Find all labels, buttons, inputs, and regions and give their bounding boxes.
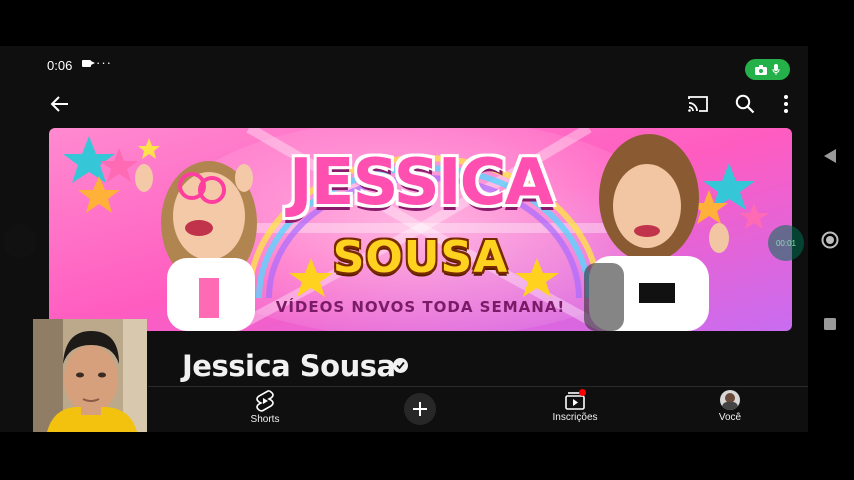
webcam-person-image bbox=[33, 319, 147, 432]
more-vertical-icon bbox=[784, 95, 788, 113]
camera-icon bbox=[755, 64, 767, 75]
microphone-icon bbox=[772, 64, 780, 75]
cast-button[interactable] bbox=[686, 92, 710, 116]
webcam-overlay bbox=[33, 319, 147, 432]
channel-name: Jessica Sousa bbox=[182, 349, 396, 383]
search-icon bbox=[735, 94, 755, 114]
floating-bubble[interactable] bbox=[3, 224, 37, 258]
status-more-icon: ··· bbox=[96, 55, 112, 70]
shorts-icon bbox=[256, 390, 274, 412]
avatar bbox=[720, 390, 740, 410]
nav-subscriptions-label: Inscrições bbox=[552, 412, 598, 423]
plus-icon bbox=[413, 402, 427, 416]
nav-you[interactable]: Você bbox=[690, 390, 770, 423]
more-options-button[interactable] bbox=[776, 92, 796, 116]
banner-tagline: VÍDEOS NOVOS TODA SEMANA! bbox=[275, 298, 566, 316]
subscriptions-icon bbox=[565, 389, 586, 410]
nav-subscriptions[interactable]: Inscrições bbox=[535, 389, 615, 423]
notification-dot bbox=[579, 389, 586, 396]
back-button[interactable] bbox=[48, 92, 72, 116]
search-button[interactable] bbox=[733, 92, 757, 116]
video-camera-icon bbox=[82, 60, 95, 67]
nav-shorts[interactable]: Shorts bbox=[225, 390, 305, 425]
create-button[interactable] bbox=[404, 393, 436, 425]
recents-square-icon[interactable] bbox=[823, 317, 837, 331]
banner-title-line2: SOUSA bbox=[332, 232, 509, 283]
banner-title-line1: JESSICA bbox=[288, 146, 554, 220]
recording-indicator bbox=[745, 59, 790, 80]
channel-banner: JESSICA SOUSA VÍDEOS NOVOS TODA SEMANA! bbox=[49, 128, 792, 331]
cast-icon bbox=[688, 96, 708, 112]
system-navigation-bar bbox=[808, 46, 854, 432]
arrow-left-icon bbox=[50, 96, 68, 112]
status-time: 0:06 bbox=[47, 58, 73, 73]
screen-recorder-timer[interactable]: 00:01 bbox=[768, 225, 804, 261]
nav-divider bbox=[148, 386, 808, 387]
back-triangle-icon[interactable] bbox=[822, 148, 838, 164]
verified-badge-icon bbox=[393, 358, 408, 373]
nav-shorts-label: Shorts bbox=[250, 414, 280, 425]
home-circle-icon[interactable] bbox=[821, 231, 839, 249]
nav-you-label: Você bbox=[718, 412, 742, 423]
